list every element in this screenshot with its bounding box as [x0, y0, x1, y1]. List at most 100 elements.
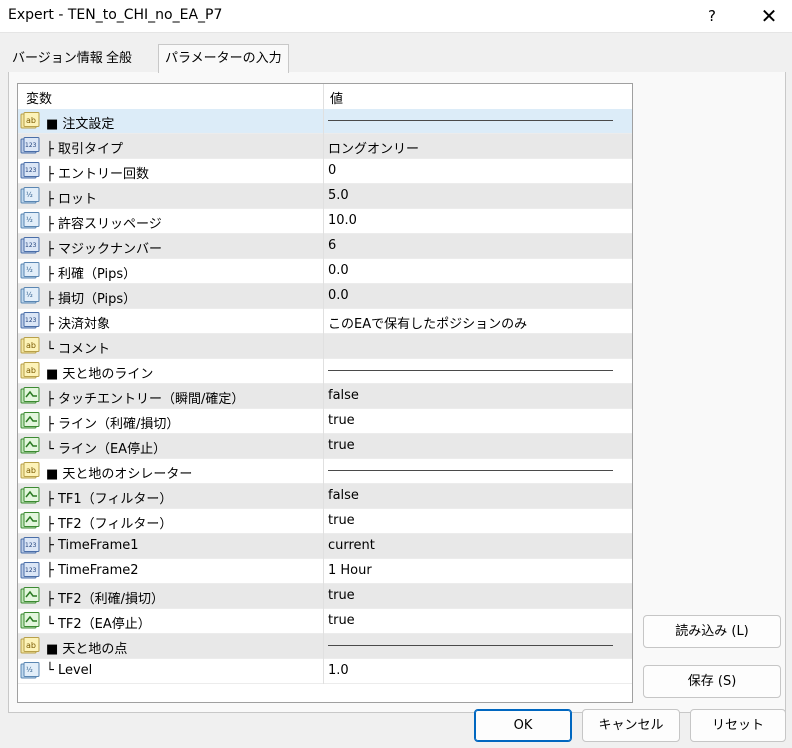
- parameter-value[interactable]: 5.0: [328, 188, 349, 203]
- parameter-name: ├ 取引タイプ: [46, 142, 123, 157]
- cell-divider: [323, 609, 324, 634]
- parameter-value[interactable]: true: [328, 438, 355, 453]
- parameter-row[interactable]: └ TF2（EA停止） true: [18, 609, 632, 634]
- parameter-row[interactable]: ab ■ 注文設定: [18, 109, 632, 134]
- parameter-value[interactable]: true: [328, 513, 355, 528]
- parameter-row[interactable]: └ ライン（EA停止） true: [18, 434, 632, 459]
- tab-version-info[interactable]: バージョン情報: [8, 46, 107, 72]
- parameter-value[interactable]: false: [328, 388, 359, 403]
- parameter-name: ├ タッチエントリー（瞬間/確定）: [46, 392, 245, 407]
- cell-divider: [323, 384, 324, 409]
- parameter-row[interactable]: ├ タッチエントリー（瞬間/確定） false: [18, 384, 632, 409]
- parameter-name: ├ TF2（利確/損切）: [46, 592, 165, 607]
- parameter-row[interactable]: 123 ├ マジックナンバー 6: [18, 234, 632, 259]
- parameter-name: ■ 天と地のライン: [46, 367, 154, 382]
- string-type-icon: ab: [20, 362, 40, 380]
- parameter-value[interactable]: 6: [328, 238, 336, 253]
- parameter-row[interactable]: ├ TF2（フィルター） true: [18, 509, 632, 534]
- cell-divider: [323, 584, 324, 609]
- cell-divider: [323, 434, 324, 459]
- double-type-icon: ½: [20, 187, 40, 205]
- integer-type-icon: 123: [20, 537, 40, 555]
- boolean-type-icon: [20, 587, 40, 605]
- cell-divider: [323, 559, 324, 584]
- parameter-row[interactable]: ├ ライン（利確/損切） true: [18, 409, 632, 434]
- parameter-row[interactable]: 123 ├ TimeFrame2 1 Hour: [18, 559, 632, 584]
- parameter-value[interactable]: ロングオンリー: [328, 138, 419, 157]
- separator-line: [328, 470, 613, 471]
- tab-general[interactable]: 全般: [102, 46, 136, 72]
- parameter-name: ├ TF2（フィルター）: [46, 517, 173, 532]
- tab-parameters[interactable]: パラメーターの入力: [158, 44, 289, 73]
- svg-text:123: 123: [25, 142, 37, 149]
- svg-text:ab: ab: [26, 466, 36, 475]
- parameter-row[interactable]: 123 ├ 決済対象 このEAで保有したポジションのみ: [18, 309, 632, 334]
- cell-divider: [323, 409, 324, 434]
- boolean-type-icon: [20, 487, 40, 505]
- reset-button[interactable]: リセット: [690, 709, 786, 742]
- string-type-icon: ab: [20, 112, 40, 130]
- parameter-row[interactable]: ½ └ Level 1.0: [18, 659, 632, 684]
- parameter-value[interactable]: 0.0: [328, 288, 349, 303]
- help-button[interactable]: ?: [700, 4, 724, 28]
- parameter-row[interactable]: 123 ├ TimeFrame1 current: [18, 534, 632, 559]
- cell-divider: [323, 534, 324, 559]
- boolean-type-icon: [20, 387, 40, 405]
- column-header-value[interactable]: 値: [330, 88, 343, 107]
- parameter-name: ├ マジックナンバー: [46, 242, 162, 257]
- parameter-value[interactable]: 1.0: [328, 663, 349, 678]
- svg-text:½: ½: [26, 216, 33, 224]
- parameter-name: ├ 許容スリッページ: [46, 217, 162, 232]
- parameter-name: ■ 注文設定: [46, 117, 115, 132]
- parameter-name: └ コメント: [46, 342, 110, 357]
- parameter-name: ├ ライン（利確/損切）: [46, 417, 180, 432]
- parameter-rows: ab ■ 注文設定 123 ├ 取引タイプ ロングオンリー 123 ├ エントリー回数 0 ½ ├…: [18, 109, 632, 684]
- parameter-value[interactable]: 1 Hour: [328, 563, 372, 578]
- parameter-row[interactable]: ½ ├ 利確（Pips） 0.0: [18, 259, 632, 284]
- parameter-row[interactable]: ├ TF1（フィルター） false: [18, 484, 632, 509]
- save-button[interactable]: 保存 (S): [643, 665, 781, 698]
- parameter-value[interactable]: 10.0: [328, 213, 357, 228]
- parameter-row[interactable]: ab ■ 天と地のライン: [18, 359, 632, 384]
- parameter-value[interactable]: true: [328, 413, 355, 428]
- double-type-icon: ½: [20, 662, 40, 680]
- parameter-value[interactable]: false: [328, 488, 359, 503]
- svg-text:½: ½: [26, 266, 33, 274]
- cancel-button[interactable]: キャンセル: [582, 709, 680, 742]
- title-bar: Expert - TEN_to_CHI_no_EA_P7 ? ✕: [0, 0, 792, 33]
- load-button[interactable]: 読み込み (L): [643, 615, 781, 648]
- parameter-row[interactable]: 123 ├ エントリー回数 0: [18, 159, 632, 184]
- parameter-row[interactable]: ab ■ 天と地の点: [18, 634, 632, 659]
- separator-line: [328, 370, 613, 371]
- parameter-row[interactable]: ab └ コメント: [18, 334, 632, 359]
- column-divider[interactable]: [323, 84, 324, 109]
- parameter-grid: 変数 値 ab ■ 注文設定 123 ├ 取引タイプ ロングオンリー 123 ├ エントリー…: [17, 83, 633, 703]
- parameter-name: ├ ロット: [46, 192, 97, 207]
- parameter-value[interactable]: 0: [328, 163, 336, 178]
- parameter-row[interactable]: ½ ├ 許容スリッページ 10.0: [18, 209, 632, 234]
- svg-text:ab: ab: [26, 641, 36, 650]
- parameter-row[interactable]: ½ ├ ロット 5.0: [18, 184, 632, 209]
- svg-text:123: 123: [25, 167, 37, 174]
- parameter-value[interactable]: true: [328, 613, 355, 628]
- double-type-icon: ½: [20, 212, 40, 230]
- ok-button[interactable]: OK: [474, 709, 572, 742]
- parameter-value[interactable]: 0.0: [328, 263, 349, 278]
- parameter-row[interactable]: ab ■ 天と地のオシレーター: [18, 459, 632, 484]
- parameter-row[interactable]: ½ ├ 損切（Pips） 0.0: [18, 284, 632, 309]
- parameter-value[interactable]: current: [328, 538, 375, 553]
- svg-text:123: 123: [25, 242, 37, 249]
- cell-divider: [323, 659, 324, 684]
- parameter-value[interactable]: true: [328, 588, 355, 603]
- parameter-row[interactable]: 123 ├ 取引タイプ ロングオンリー: [18, 134, 632, 159]
- svg-text:123: 123: [25, 317, 37, 324]
- parameter-name: ├ 決済対象: [46, 317, 110, 332]
- parameter-row[interactable]: ├ TF2（利確/損切） true: [18, 584, 632, 609]
- close-button[interactable]: ✕: [752, 2, 786, 30]
- boolean-type-icon: [20, 612, 40, 630]
- column-header-variable[interactable]: 変数: [26, 88, 52, 107]
- boolean-type-icon: [20, 412, 40, 430]
- parameter-name: ■ 天と地の点: [46, 642, 128, 657]
- boolean-type-icon: [20, 437, 40, 455]
- parameter-value[interactable]: このEAで保有したポジションのみ: [328, 313, 527, 332]
